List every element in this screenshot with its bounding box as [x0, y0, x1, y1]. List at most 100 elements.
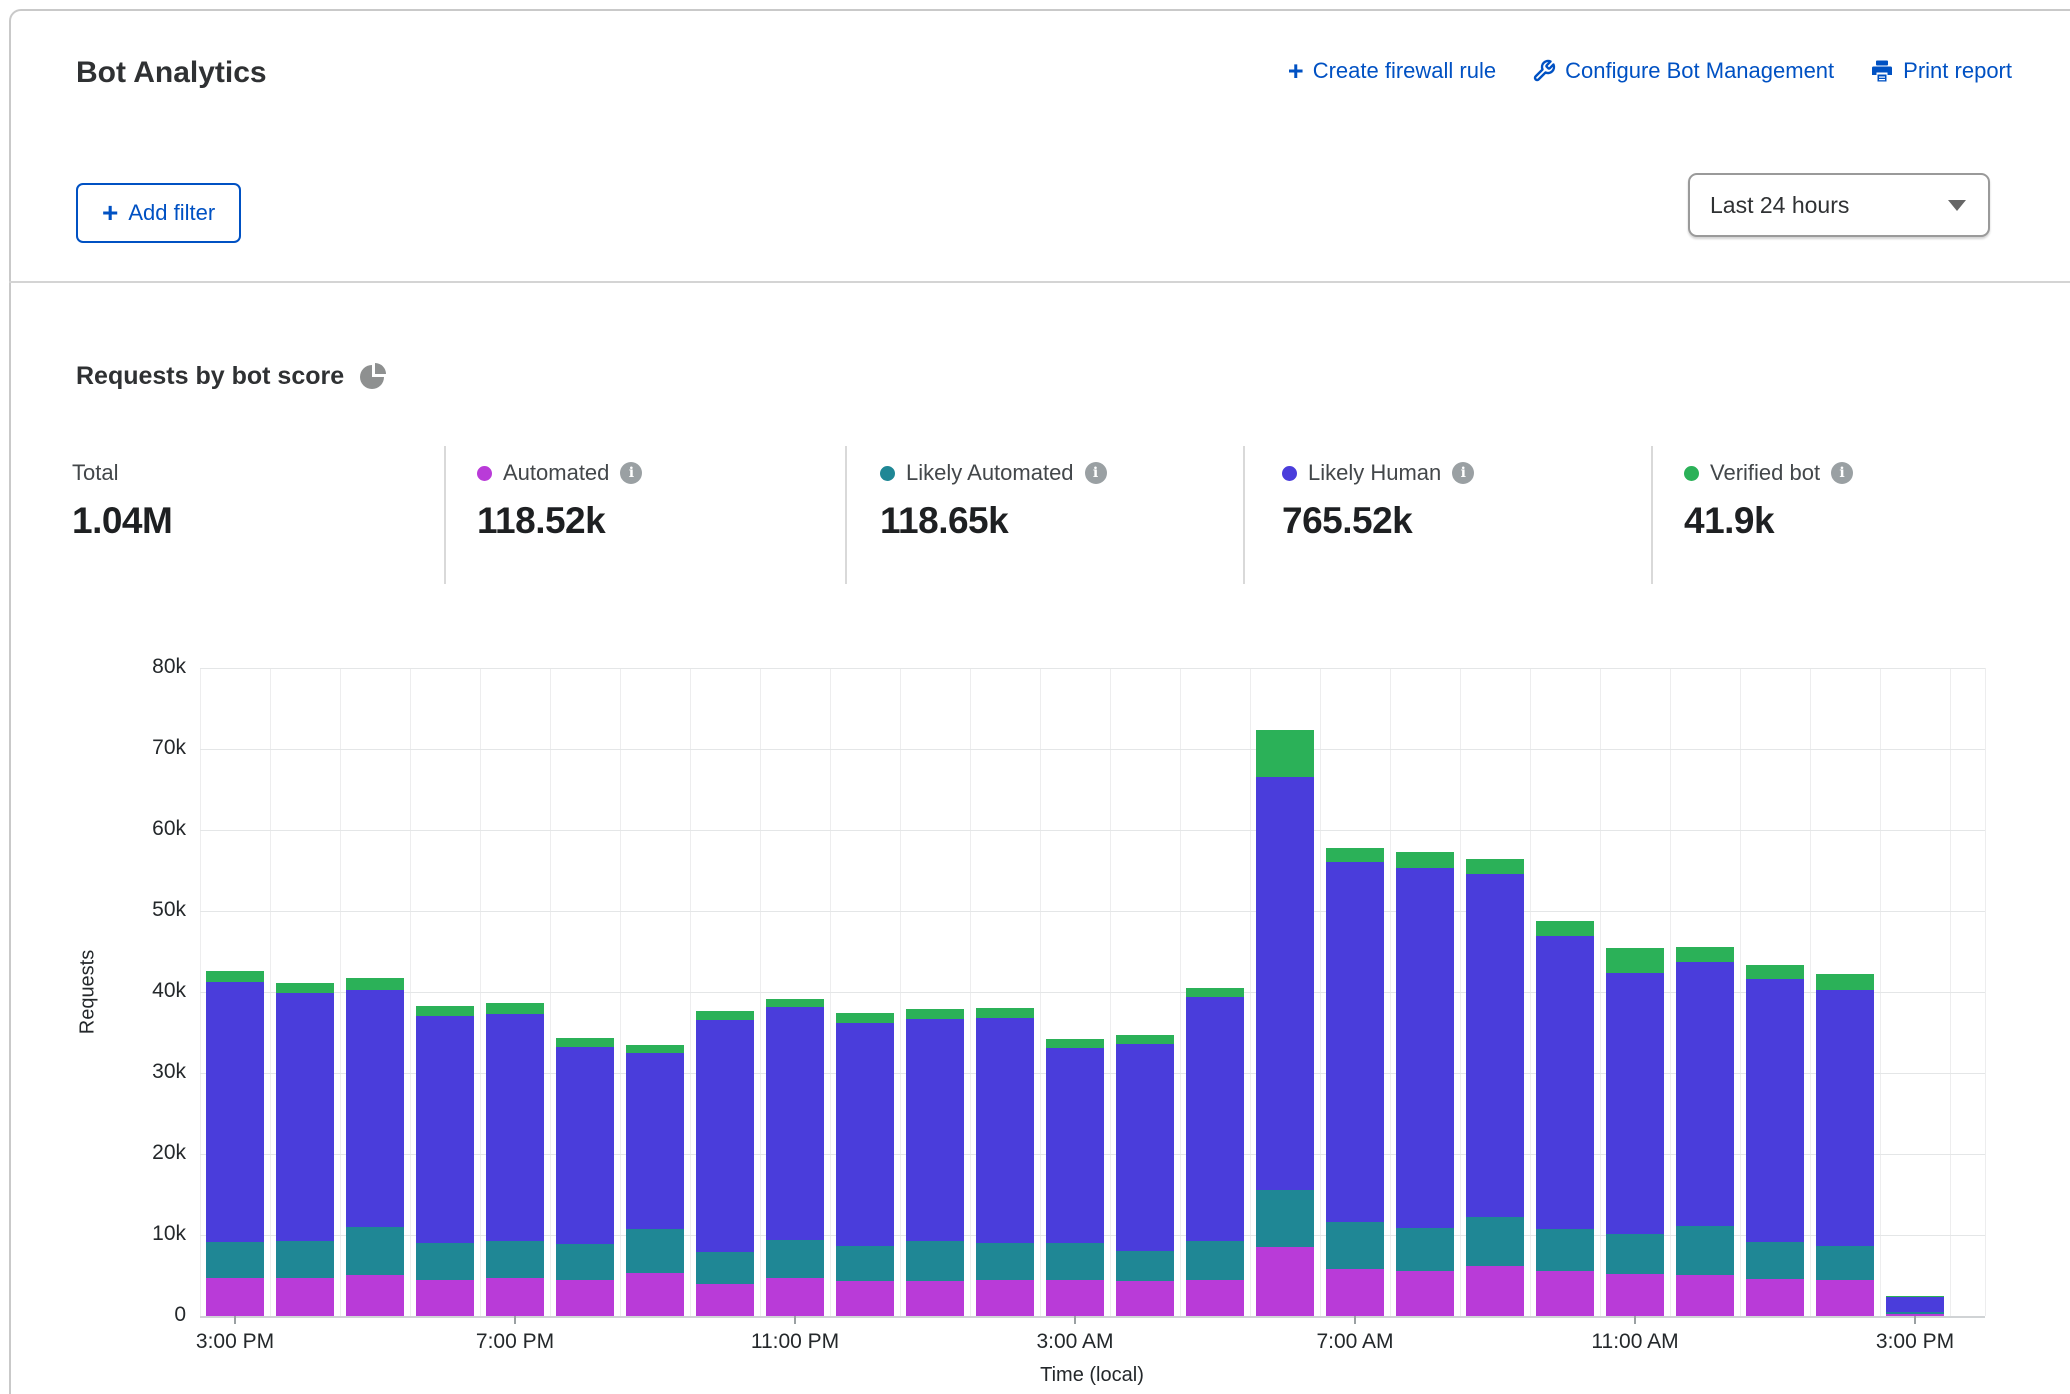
- x-tick-label: 3:00 AM: [1036, 1330, 1113, 1354]
- bar-stack[interactable]: [1046, 1039, 1104, 1316]
- x-tick-mark: [1634, 1316, 1636, 1324]
- bar-segment-likely-automated: [1326, 1222, 1384, 1269]
- bar-stack[interactable]: [416, 1006, 474, 1316]
- bar-segment-verified-bot: [1046, 1039, 1104, 1048]
- bar-stack[interactable]: [976, 1008, 1034, 1316]
- bar-segment-verified-bot: [276, 983, 334, 993]
- bar-segment-likely-automated: [556, 1244, 614, 1280]
- horizontal-gridline: [200, 749, 1985, 750]
- bar-segment-likely-human: [1816, 990, 1874, 1246]
- bar-segment-verified-bot: [556, 1038, 614, 1047]
- bar-stack[interactable]: [1746, 965, 1804, 1316]
- bar-segment-verified-bot: [766, 999, 824, 1007]
- bar-stack[interactable]: [206, 971, 264, 1316]
- horizontal-gridline: [200, 668, 1985, 669]
- bar-segment-likely-human: [1886, 1297, 1944, 1312]
- bar-segment-likely-automated: [976, 1243, 1034, 1279]
- bar-segment-automated: [206, 1278, 264, 1316]
- x-tick-mark: [1354, 1316, 1356, 1324]
- bar-segment-likely-human: [696, 1020, 754, 1252]
- bar-segment-automated: [696, 1284, 754, 1316]
- bar-segment-automated: [836, 1281, 894, 1316]
- bar-stack[interactable]: [556, 1038, 614, 1316]
- y-tick-label: 60k: [106, 817, 186, 841]
- bar-segment-likely-human: [206, 982, 264, 1242]
- bar-segment-verified-bot: [626, 1045, 684, 1053]
- bar-stack[interactable]: [1326, 848, 1384, 1316]
- bar-segment-likely-human: [1606, 973, 1664, 1235]
- bar-stack[interactable]: [1116, 1035, 1174, 1316]
- bar-stack[interactable]: [346, 978, 404, 1316]
- bar-stack[interactable]: [1886, 1296, 1944, 1316]
- bar-segment-automated: [906, 1281, 964, 1316]
- bar-segment-likely-human: [1746, 979, 1804, 1242]
- bar-segment-likely-automated: [1256, 1190, 1314, 1247]
- x-axis-title: Time (local): [1040, 1364, 1144, 1387]
- y-tick-label: 70k: [106, 736, 186, 760]
- bar-stack[interactable]: [1396, 852, 1454, 1316]
- plot-right-border: [1985, 668, 1986, 1316]
- bar-segment-likely-automated: [696, 1252, 754, 1284]
- bar-segment-likely-human: [416, 1016, 474, 1243]
- bar-segment-verified-bot: [1536, 921, 1594, 936]
- bar-segment-automated: [486, 1278, 544, 1316]
- bar-stack[interactable]: [1536, 921, 1594, 1316]
- bar-stack[interactable]: [1256, 730, 1314, 1316]
- bar-segment-verified-bot: [416, 1006, 474, 1017]
- bar-segment-likely-human: [1116, 1044, 1174, 1251]
- bar-stack[interactable]: [696, 1011, 754, 1316]
- bar-segment-verified-bot: [1326, 848, 1384, 863]
- bar-segment-verified-bot: [206, 971, 264, 982]
- bar-segment-verified-bot: [1746, 965, 1804, 979]
- bar-segment-automated: [1046, 1280, 1104, 1316]
- bar-segment-likely-human: [1046, 1048, 1104, 1243]
- bar-segment-verified-bot: [346, 978, 404, 990]
- bar-stack[interactable]: [1816, 974, 1874, 1316]
- bar-stack[interactable]: [906, 1009, 964, 1316]
- bar-stack[interactable]: [1466, 859, 1524, 1316]
- x-tick-mark: [1914, 1316, 1916, 1324]
- bar-segment-likely-human: [1396, 868, 1454, 1228]
- bar-segment-automated: [1396, 1271, 1454, 1316]
- bar-stack[interactable]: [766, 999, 824, 1316]
- bar-segment-likely-automated: [1746, 1242, 1804, 1278]
- bar-segment-likely-automated: [276, 1241, 334, 1278]
- bar-segment-automated: [1326, 1269, 1384, 1316]
- y-axis-title: Requests: [77, 950, 100, 1035]
- bar-segment-automated: [766, 1278, 824, 1316]
- bar-stack[interactable]: [276, 983, 334, 1316]
- bar-segment-automated: [1536, 1271, 1594, 1316]
- bar-segment-verified-bot: [1676, 947, 1734, 962]
- bar-segment-verified-bot: [976, 1008, 1034, 1018]
- bar-segment-verified-bot: [1606, 948, 1664, 972]
- bar-segment-likely-automated: [766, 1240, 824, 1278]
- bar-segment-likely-human: [766, 1007, 824, 1239]
- bar-segment-likely-automated: [206, 1242, 264, 1278]
- y-tick-label: 80k: [106, 655, 186, 679]
- y-tick-label: 50k: [106, 898, 186, 922]
- bar-segment-automated: [1186, 1280, 1244, 1316]
- horizontal-gridline: [200, 911, 1985, 912]
- x-tick-mark: [1074, 1316, 1076, 1324]
- bar-segment-likely-human: [626, 1053, 684, 1230]
- bar-stack[interactable]: [836, 1013, 894, 1316]
- bar-segment-automated: [1816, 1280, 1874, 1316]
- bar-segment-likely-human: [1466, 874, 1524, 1217]
- bar-segment-automated: [1466, 1266, 1524, 1316]
- bar-segment-verified-bot: [1116, 1035, 1174, 1044]
- bar-stack[interactable]: [1676, 947, 1734, 1316]
- bar-segment-likely-human: [276, 993, 334, 1241]
- x-tick-label: 3:00 PM: [196, 1330, 274, 1354]
- x-tick-mark: [794, 1316, 796, 1324]
- x-tick-label: 7:00 AM: [1316, 1330, 1393, 1354]
- bar-stack[interactable]: [626, 1045, 684, 1316]
- bar-stack[interactable]: [1606, 948, 1664, 1316]
- bar-stack[interactable]: [486, 1003, 544, 1316]
- x-tick-label: 11:00 PM: [751, 1330, 839, 1354]
- bar-stack[interactable]: [1186, 988, 1244, 1316]
- bar-segment-verified-bot: [1256, 730, 1314, 776]
- bar-segment-likely-automated: [1606, 1234, 1664, 1274]
- bar-segment-automated: [1116, 1281, 1174, 1316]
- x-tick-label: 11:00 AM: [1591, 1330, 1678, 1354]
- bar-segment-automated: [1256, 1247, 1314, 1316]
